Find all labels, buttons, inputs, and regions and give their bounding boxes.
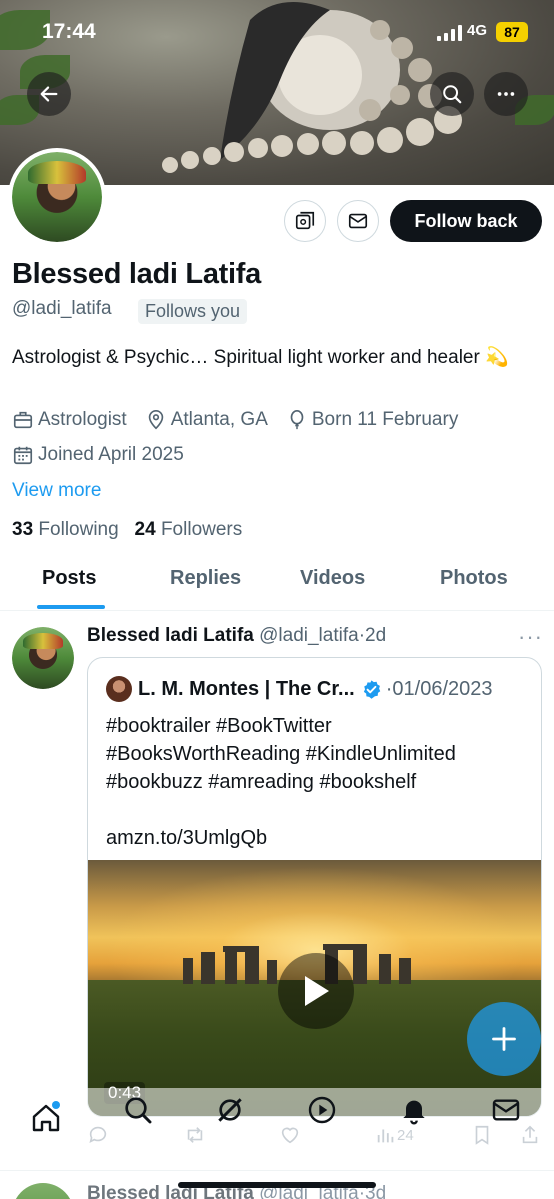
messages-mail-icon[interactable]	[490, 1094, 522, 1126]
battery-indicator: 87	[496, 22, 528, 42]
profile-name: Blessed ladi Latifa	[12, 258, 261, 290]
profile-birthday: Born 11 February	[286, 409, 458, 431]
profile-joined: Joined April 2025	[12, 444, 184, 466]
next-post-avatar	[12, 1183, 74, 1199]
post-avatar[interactable]	[12, 627, 74, 689]
briefcase-icon	[13, 411, 33, 429]
follows-you-badge: Follows you	[138, 299, 248, 324]
quote-header: L. M. Montes | The Cr... · 01/06/2023	[106, 676, 493, 702]
profile-location: Atlanta, GA	[145, 409, 268, 431]
back-arrow-icon	[40, 86, 58, 102]
notifications-bell-icon[interactable]	[398, 1094, 430, 1126]
profile-meta: Astrologist Atlanta, GA Born 11 February	[12, 409, 476, 431]
balloon-icon	[290, 410, 304, 430]
quote-text: #booktrailer #BookTwitter #BooksWorthRea…	[106, 715, 456, 849]
home-indicator	[178, 1182, 376, 1188]
post-handle[interactable]: @ladi_latifa	[259, 625, 359, 646]
view-more-link[interactable]: View more	[12, 480, 101, 502]
network-type: 4G	[467, 22, 488, 39]
profile-tabs: Posts Replies Videos Photos	[0, 555, 554, 611]
follow-back-button[interactable]: Follow back	[390, 200, 542, 242]
search-button[interactable]	[430, 72, 474, 116]
play-button[interactable]	[278, 953, 354, 1029]
profile-bio: Astrologist & Psychic… Spiritual light w…	[12, 347, 509, 368]
signal-icon	[437, 25, 462, 41]
more-horizontal-icon	[497, 92, 515, 96]
location-pin-icon	[148, 410, 163, 430]
plus-icon	[492, 1027, 516, 1051]
profile-handle: @ladi_latifa	[12, 298, 112, 319]
compose-button[interactable]	[467, 1002, 541, 1076]
grok-icon[interactable]	[214, 1094, 246, 1126]
subscription-icon	[295, 211, 315, 230]
mail-icon	[348, 213, 368, 229]
calendar-icon	[13, 446, 33, 465]
profile-category: Astrologist	[12, 409, 127, 431]
tab-posts[interactable]: Posts	[42, 567, 96, 590]
status-time: 17:44	[42, 20, 96, 43]
quote-avatar	[106, 676, 132, 702]
quote-author: L. M. Montes | The Cr...	[138, 677, 355, 700]
video-player[interactable]: 0:43	[88, 860, 541, 1116]
quote-date: 01/06/2023	[392, 677, 493, 700]
bottom-nav	[0, 1088, 554, 1168]
tab-replies[interactable]: Replies	[170, 567, 241, 590]
more-options-button[interactable]	[484, 72, 528, 116]
followers-link[interactable]: 24 Followers	[135, 519, 243, 540]
back-button[interactable]	[27, 72, 71, 116]
explore-search-icon[interactable]	[122, 1094, 154, 1126]
profile-avatar[interactable]	[8, 148, 106, 246]
active-tab-indicator	[37, 605, 105, 609]
post-header: Blessed ladi Latifa @ladi_latifa·2d	[87, 625, 387, 646]
play-icon	[305, 976, 329, 1006]
search-icon	[443, 85, 462, 104]
home-unread-dot	[52, 1101, 60, 1109]
following-link[interactable]: 33 Following	[12, 519, 119, 540]
video-tab-icon[interactable]	[306, 1094, 338, 1126]
follow-counts: 33 Following 24 Followers	[12, 519, 242, 541]
post-more-button[interactable]: ···	[518, 624, 543, 650]
tab-photos[interactable]: Photos	[440, 567, 508, 590]
post-author[interactable]: Blessed ladi Latifa	[87, 625, 254, 646]
verified-badge-icon	[363, 679, 380, 699]
tab-videos[interactable]: Videos	[300, 567, 365, 590]
status-bar: 17:44 4G 87	[0, 0, 554, 64]
subscribe-button[interactable]	[284, 200, 326, 242]
post-time: 2d	[365, 625, 387, 646]
message-button[interactable]	[337, 200, 379, 242]
